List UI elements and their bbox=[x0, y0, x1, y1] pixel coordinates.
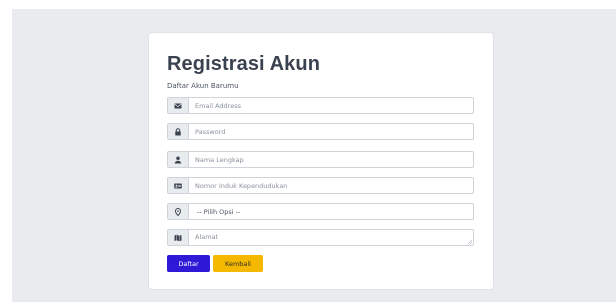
page-title: Registrasi Akun bbox=[167, 53, 321, 75]
password-row bbox=[167, 123, 474, 140]
nik-row bbox=[167, 177, 474, 194]
full-name-row bbox=[167, 151, 474, 168]
address-field[interactable] bbox=[188, 229, 474, 246]
nik-field[interactable] bbox=[188, 177, 474, 194]
full-name-field[interactable] bbox=[188, 151, 474, 168]
email-field[interactable] bbox=[188, 97, 474, 114]
envelope-icon bbox=[167, 97, 188, 114]
user-icon bbox=[167, 151, 188, 168]
map-marker-icon bbox=[167, 203, 188, 220]
registration-card: Registrasi Akun Daftar Akun Barumu Email… bbox=[148, 32, 494, 290]
location-select[interactable]: -- Pilih Opsi -- bbox=[188, 203, 474, 220]
lock-icon bbox=[167, 123, 188, 140]
id-card-icon bbox=[167, 177, 188, 194]
resize-handle-icon[interactable] bbox=[468, 240, 472, 244]
password-field[interactable] bbox=[188, 123, 474, 140]
location-row: -- Pilih Opsi -- bbox=[167, 203, 474, 220]
email-row bbox=[167, 97, 474, 114]
address-row bbox=[167, 229, 474, 246]
back-button[interactable]: Kembali bbox=[213, 255, 263, 272]
map-icon bbox=[167, 229, 188, 246]
page-subtitle: Daftar Akun Barumu bbox=[167, 82, 239, 90]
register-button[interactable]: Daftar bbox=[167, 255, 210, 272]
page-background: Registrasi Akun Daftar Akun Barumu Email… bbox=[12, 9, 616, 302]
location-select-value: -- Pilih Opsi -- bbox=[197, 207, 241, 216]
